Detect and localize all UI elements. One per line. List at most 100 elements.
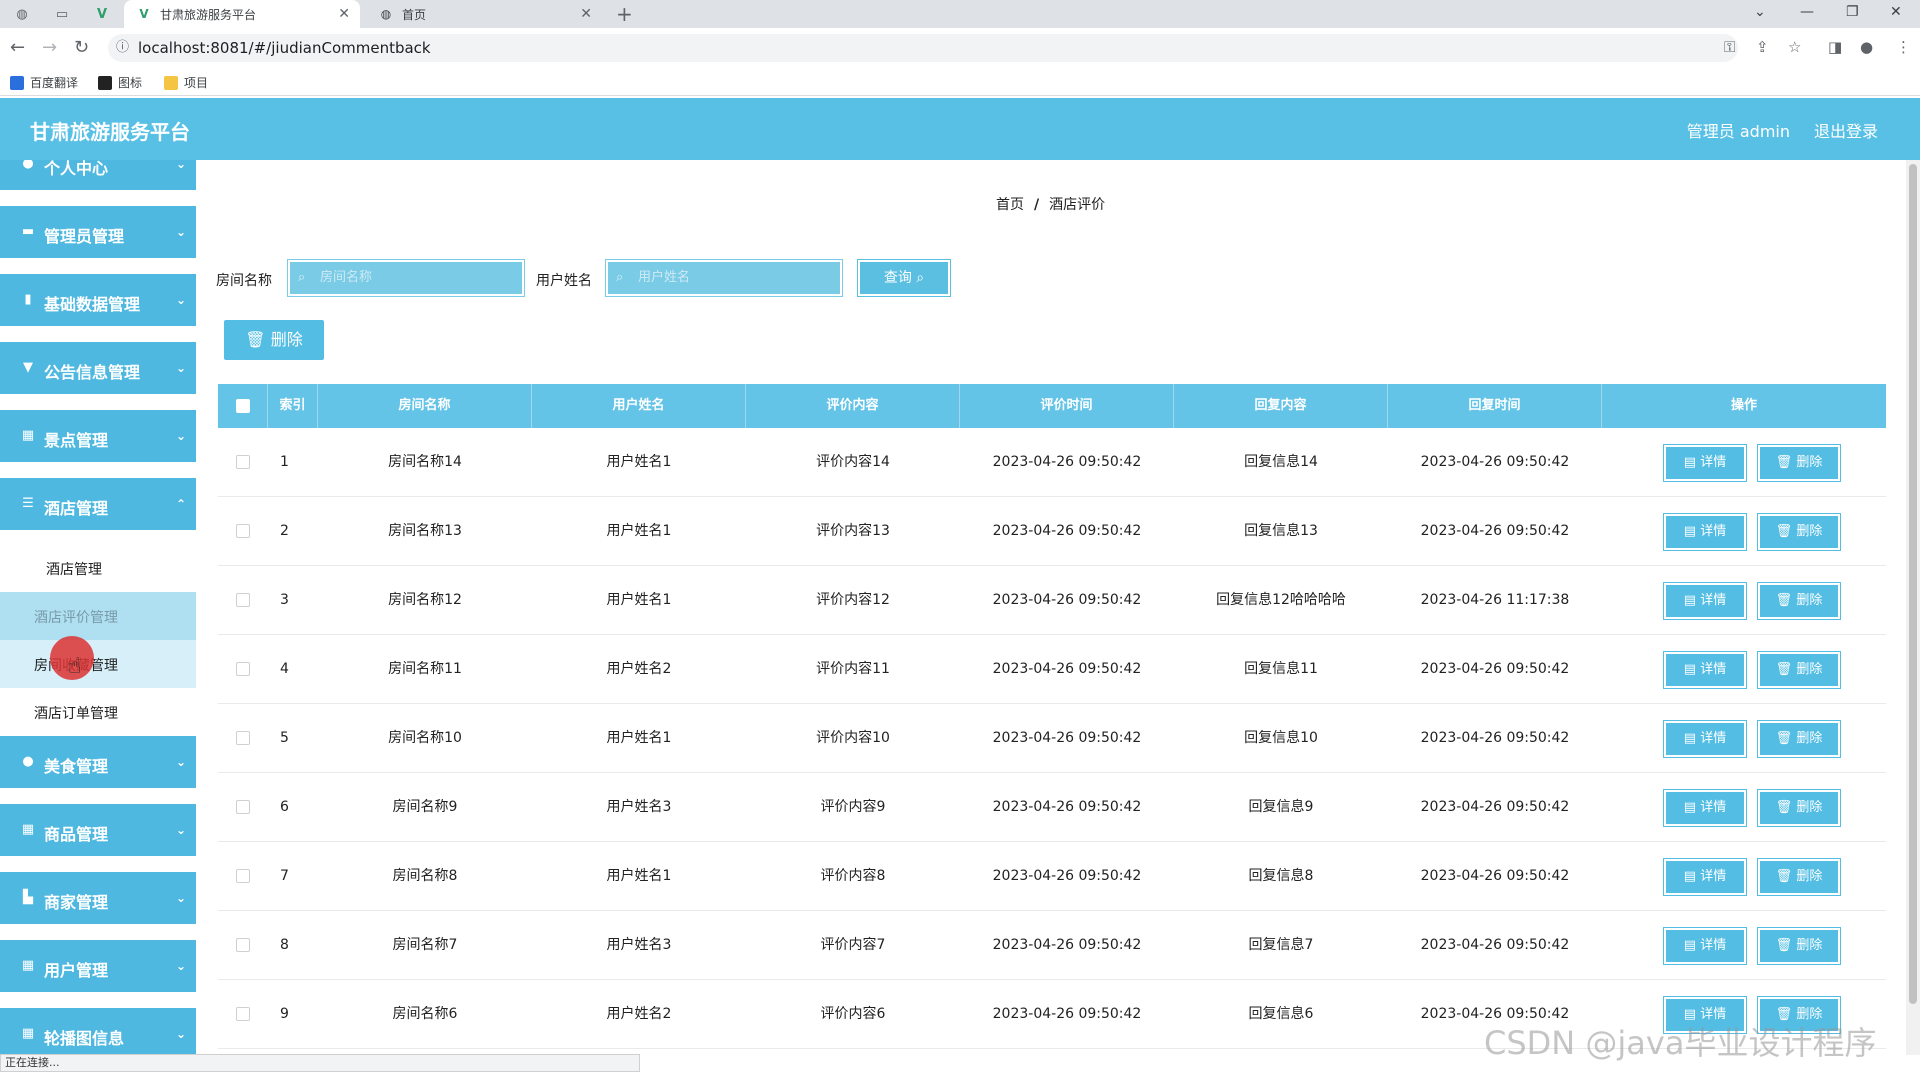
menu-carousel[interactable]: ▦ 轮播图信息 ⌄ [0, 1008, 196, 1055]
grid-icon: ▦ [21, 822, 35, 837]
sidepanel-icon[interactable]: ◨ [1828, 38, 1842, 56]
row-checkbox[interactable] [236, 524, 250, 538]
delete-button[interactable]: 🗑︎ 删除 [1757, 651, 1841, 689]
submenu-room-favorite[interactable]: 房间收藏管理 [0, 640, 196, 688]
star-icon[interactable]: ☆ [1788, 38, 1801, 56]
detail-button[interactable]: ▤ 详情 [1663, 789, 1747, 827]
menu-notice[interactable]: ▼ 公告信息管理 ⌄ [0, 342, 196, 402]
row-checkbox[interactable] [236, 1007, 250, 1021]
minimize-icon[interactable]: — [1800, 4, 1814, 20]
delete-button[interactable]: 🗑︎ 删除 [1757, 582, 1841, 620]
globe-icon[interactable]: ◍ [12, 4, 32, 24]
blank-tab-icon[interactable]: ▭ [52, 4, 72, 24]
detail-button[interactable]: ▤ 详情 [1663, 582, 1747, 620]
cell-reply-time: 2023-04-26 09:50:42 [1420, 868, 1570, 884]
row-checkbox[interactable] [236, 731, 250, 745]
row-checkbox[interactable] [236, 593, 250, 607]
more-icon[interactable]: ⋮ [1896, 38, 1911, 56]
bookmark-icons[interactable]: 图标 [98, 74, 142, 91]
menu-food[interactable]: ● 美食管理 ⌄ [0, 736, 196, 796]
detail-button[interactable]: ▤ 详情 [1663, 720, 1747, 758]
menu-basic-data[interactable]: ▮ 基础数据管理 ⌄ [0, 274, 196, 334]
close-icon[interactable]: ✕ [580, 6, 592, 22]
query-button[interactable]: 查询 ⌕ [857, 259, 951, 297]
grid-icon: ▦ [21, 428, 35, 443]
forward-icon[interactable]: → [42, 38, 57, 58]
table-row: 7 房间名称8 用户姓名1 评价内容8 2023-04-26 09:50:42 回复信息8… [218, 842, 1886, 911]
cell-reply-time: 2023-04-26 09:50:42 [1420, 937, 1570, 953]
profile-icon[interactable]: ● [1860, 38, 1873, 56]
detail-button[interactable]: ▤ 详情 [1663, 513, 1747, 551]
tab-title: 甘肃旅游服务平台 [160, 7, 257, 22]
user-name-input[interactable]: ⌕ 用户姓名 [605, 259, 843, 297]
new-tab-icon[interactable]: + [616, 2, 633, 26]
delete-button[interactable]: 🗑︎ 删除 [1757, 927, 1841, 965]
row-checkbox[interactable] [236, 662, 250, 676]
row-checkbox[interactable] [236, 869, 250, 883]
delete-button[interactable]: 🗑︎ 删除 [1757, 858, 1841, 896]
window-close-icon[interactable]: ✕ [1890, 4, 1902, 20]
cell-user: 用户姓名1 [606, 868, 672, 884]
data-icon: ▮ [24, 292, 32, 307]
key-icon[interactable]: ⚿ [1724, 38, 1735, 56]
trash-icon: 🗑︎ [245, 330, 266, 349]
submenu-hotel[interactable]: 酒店管理 [0, 544, 196, 592]
bookmark-translate[interactable]: 百度翻译 [10, 74, 78, 91]
url-field[interactable]: ⓘ localhost:8081/#/jiudianCommentback [108, 34, 1738, 62]
scrollbar-thumb[interactable] [1909, 164, 1917, 1004]
row-checkbox[interactable] [236, 800, 250, 814]
delete-button[interactable]: 🗑︎ 删除 [1757, 720, 1841, 758]
cell-room: 房间名称6 [392, 1006, 458, 1022]
detail-button[interactable]: ▤ 详情 [1663, 858, 1747, 896]
menu-personal-center[interactable]: ● 个人中心 ⌄ [0, 160, 196, 198]
menu-hotel[interactable]: ☰ 酒店管理 ⌃ [0, 478, 196, 538]
grid-icon: ▦ [21, 958, 35, 973]
menu-merchant[interactable]: ▙ 商家管理 ⌄ [0, 872, 196, 932]
chevron-down-icon: ⌄ [175, 823, 186, 837]
reload-icon[interactable]: ↻ [74, 38, 89, 58]
delete-button[interactable]: 🗑︎ 删除 [1757, 513, 1841, 551]
room-name-input[interactable]: ⌕ 房间名称 [287, 259, 525, 297]
detail-button[interactable]: ▤ 详情 [1663, 651, 1747, 689]
menu-goods[interactable]: ▦ 商品管理 ⌄ [0, 804, 196, 864]
submenu-hotel-comment[interactable]: 酒店评价管理 [0, 592, 196, 640]
breadcrumb-home[interactable]: 首页 [996, 197, 1024, 213]
user-icon: ● [22, 160, 34, 171]
row-checkbox[interactable] [236, 455, 250, 469]
menu-user[interactable]: ▦ 用户管理 ⌄ [0, 940, 196, 1000]
select-all-checkbox[interactable] [236, 399, 250, 413]
vue-logo-icon[interactable]: V [92, 4, 112, 24]
detail-button[interactable]: ▤ 详情 [1663, 444, 1747, 482]
trash-icon: 🗑︎ [1775, 524, 1797, 539]
tab-home[interactable]: ◍ 首页 ✕ [366, 0, 602, 28]
close-icon[interactable]: ✕ [338, 6, 350, 22]
menu-admin[interactable]: ▬ 管理员管理 ⌄ [0, 206, 196, 266]
restore-icon[interactable]: ❐ [1846, 4, 1859, 20]
cell-index: 1 [280, 454, 289, 470]
breadcrumb: 首页 / 酒店评价 [996, 197, 1106, 213]
logout-link[interactable]: 退出登录 [1814, 118, 1878, 142]
tab-active[interactable]: V 甘肃旅游服务平台 ✕ [124, 0, 360, 28]
globe-icon: ◍ [380, 7, 392, 21]
detail-button[interactable]: ▤ 详情 [1663, 927, 1747, 965]
table-row: 3 房间名称12 用户姓名1 评价内容12 2023-04-26 09:50:42 回复信… [218, 566, 1886, 635]
submenu-hotel-order[interactable]: 酒店订单管理 [0, 688, 196, 736]
back-icon[interactable]: ← [10, 38, 25, 58]
info-icon[interactable]: ⓘ [116, 34, 129, 62]
menu-scenic[interactable]: ▦ 景点管理 ⌄ [0, 410, 196, 470]
bookmark-project[interactable]: 项目 [164, 74, 208, 91]
chevron-down-icon[interactable]: ⌄ [1754, 4, 1766, 20]
trash-icon: 🗑︎ [1775, 731, 1797, 746]
share-icon[interactable]: ⇪ [1756, 38, 1769, 56]
cell-reply-time: 2023-04-26 09:50:42 [1420, 523, 1570, 539]
delete-button[interactable]: 🗑︎ 删除 [1757, 444, 1841, 482]
delete-button[interactable]: 🗑︎ 删除 [1757, 789, 1841, 827]
cell-room: 房间名称10 [388, 730, 462, 746]
cell-content: 评价内容9 [820, 799, 886, 815]
page-scrollbar[interactable] [1906, 160, 1920, 1055]
main-content: 首页 / 酒店评价 房间名称 ⌕ 房间名称 用户姓名 ⌕ 用户姓名 查询 ⌕ 🗑︎ … [196, 160, 1906, 1055]
cell-user: 用户姓名2 [606, 1006, 672, 1022]
chevron-down-icon: ⌄ [175, 959, 186, 973]
batch-delete-button[interactable]: 🗑︎ 删除 [224, 320, 324, 360]
row-checkbox[interactable] [236, 938, 250, 952]
